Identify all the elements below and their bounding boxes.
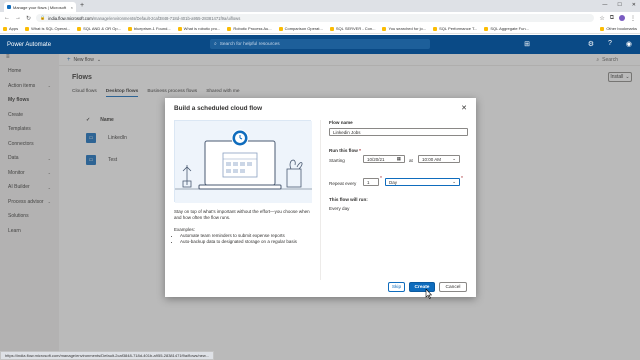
flow-name-input[interactable]: Linkedin Jobs <box>329 128 468 136</box>
url-domain: india.flow.microsoft.com <box>48 15 93 21</box>
app-name[interactable]: Power Automate <box>7 42 207 48</box>
skip-button[interactable]: Skip <box>388 282 405 292</box>
dialog-description: Stay on top of what's important without … <box>174 209 314 245</box>
bookmark-icon <box>278 26 283 31</box>
forward-icon[interactable]: → <box>15 15 21 21</box>
bookmark-icon <box>3 26 7 31</box>
help-search-box[interactable]: ⌕ Search for helpful resources <box>210 39 430 49</box>
extensions-icon[interactable]: ⧉ <box>610 15 614 22</box>
bookmark-item[interactable]: What is SQL Operat... <box>25 26 70 31</box>
bookmark-icon <box>177 26 182 31</box>
flow-name-label: Flow name <box>329 120 353 125</box>
tab-title: Manage your flows | Microsoft <box>13 4 67 10</box>
back-icon[interactable]: ← <box>4 15 10 21</box>
bookmark-item[interactable]: Apps <box>3 26 18 31</box>
help-icon[interactable]: ? <box>608 40 612 48</box>
bookmark-item[interactable]: SQL Performance T... <box>433 26 477 31</box>
profile-avatar[interactable] <box>619 14 625 21</box>
close-icon[interactable]: ✕ <box>461 104 467 112</box>
minimize-icon[interactable]: — <box>602 2 607 8</box>
star-icon[interactable]: ☆ <box>599 15 604 22</box>
menu-icon[interactable]: ⋮ <box>630 15 636 22</box>
bookmark-item[interactable]: SQL AND & OR Op... <box>77 26 121 31</box>
bookmark-icon <box>77 26 82 31</box>
window-controls: — ☐ ✕ <box>602 2 636 8</box>
examples-list: Automate team reminders to submit expens… <box>180 233 314 245</box>
cancel-button[interactable]: Cancel <box>439 282 467 292</box>
will-run-label: This flow will run: <box>329 197 368 202</box>
link-status-bar: https://india.flow.microsoft.com/manage/… <box>0 351 214 360</box>
close-tab-icon[interactable]: × <box>71 5 73 10</box>
schedule-illustration <box>174 120 312 203</box>
bookmark-icon <box>484 26 489 31</box>
required-marker: * <box>461 176 463 182</box>
repeat-interval-input[interactable]: 1 <box>363 178 379 186</box>
calendar-icon: ▦ <box>396 156 401 161</box>
new-tab-button[interactable]: + <box>80 2 84 10</box>
address-bar-actions: ☆ ⧉ ⋮ <box>599 14 636 22</box>
starting-label: Starting <box>329 158 345 163</box>
example-item: Auto-backup data to designated storage o… <box>180 239 314 245</box>
scheduled-flow-dialog: Build a scheduled cloud flow ✕ Stay on t… <box>165 98 476 297</box>
address-bar-row: ← → ↻ 🔒 india.flow.microsoft.com /manage… <box>0 12 640 24</box>
environment-icon[interactable]: ⊞ <box>524 40 530 48</box>
account-icon[interactable]: ◉ <box>626 40 632 48</box>
laptop-calendar-illustration <box>175 121 312 203</box>
header-actions: ⚙ ? ◉ <box>588 40 632 48</box>
repeat-every-label: Repeat every <box>329 181 357 186</box>
required-marker: * <box>380 176 382 182</box>
mouse-pointer-icon <box>425 289 432 299</box>
dialog-title: Build a scheduled cloud flow <box>174 105 263 112</box>
url-field[interactable]: 🔒 india.flow.microsoft.com /manage/envir… <box>36 14 595 22</box>
chevron-down-icon: ⌄ <box>452 179 456 184</box>
bookmarks-bar: Apps What is SQL Operat... SQL AND & OR … <box>0 24 640 34</box>
run-this-flow-label: Run this flow * <box>329 148 361 153</box>
bookmark-item[interactable]: blueprism-1 Found... <box>127 26 171 31</box>
bookmark-icon <box>25 26 30 31</box>
bookmark-icon <box>433 26 438 31</box>
dialog-divider <box>320 120 321 280</box>
bookmark-icon <box>329 26 334 31</box>
description-text: Stay on top of what's important without … <box>174 209 310 220</box>
bookmark-item[interactable]: What is robotic pro... <box>177 26 220 31</box>
schedule-summary: Every day <box>329 206 350 211</box>
start-time-dropdown[interactable]: 10:00 AM ⌄ <box>418 155 460 163</box>
bookmark-icon <box>382 26 387 31</box>
browser-tab[interactable]: Manage your flows | Microsoft × <box>4 2 76 12</box>
settings-icon[interactable]: ⚙ <box>588 40 594 48</box>
reload-icon[interactable]: ↻ <box>26 15 31 22</box>
url-path: /manage/environments/Default-2caf3848-71… <box>92 15 241 21</box>
bookmark-item[interactable]: SQL Aggregate Fun... <box>484 26 529 31</box>
other-bookmarks[interactable]: Other bookmarks <box>600 26 637 31</box>
help-search-placeholder: Search for helpful resources <box>219 41 280 47</box>
start-date-picker[interactable]: 10/20/21 ▦ <box>363 155 405 163</box>
lock-icon: 🔒 <box>40 15 46 20</box>
bookmark-icon <box>127 26 132 31</box>
browser-tab-bar: Manage your flows | Microsoft × + — ☐ ✕ <box>0 0 640 12</box>
tab-favicon-icon <box>7 5 11 9</box>
bookmark-item[interactable]: Robotic Process Au... <box>227 26 272 31</box>
folder-icon <box>600 26 605 31</box>
maximize-icon[interactable]: ☐ <box>617 2 621 8</box>
close-window-icon[interactable]: ✕ <box>632 2 636 8</box>
app-header: Power Automate ⌕ Search for helpful reso… <box>0 35 640 54</box>
bookmark-item[interactable]: You searched for jo... <box>382 26 426 31</box>
bookmark-item[interactable]: SQL SERVER - Con... <box>329 26 375 31</box>
bookmark-icon <box>227 26 232 31</box>
repeat-unit-dropdown[interactable]: Day ⌄ <box>385 178 460 186</box>
search-icon: ⌕ <box>214 42 217 47</box>
at-label: at <box>409 158 413 163</box>
bookmark-item[interactable]: Comparison Operat... <box>278 26 323 31</box>
chevron-down-icon: ⌄ <box>452 156 456 161</box>
